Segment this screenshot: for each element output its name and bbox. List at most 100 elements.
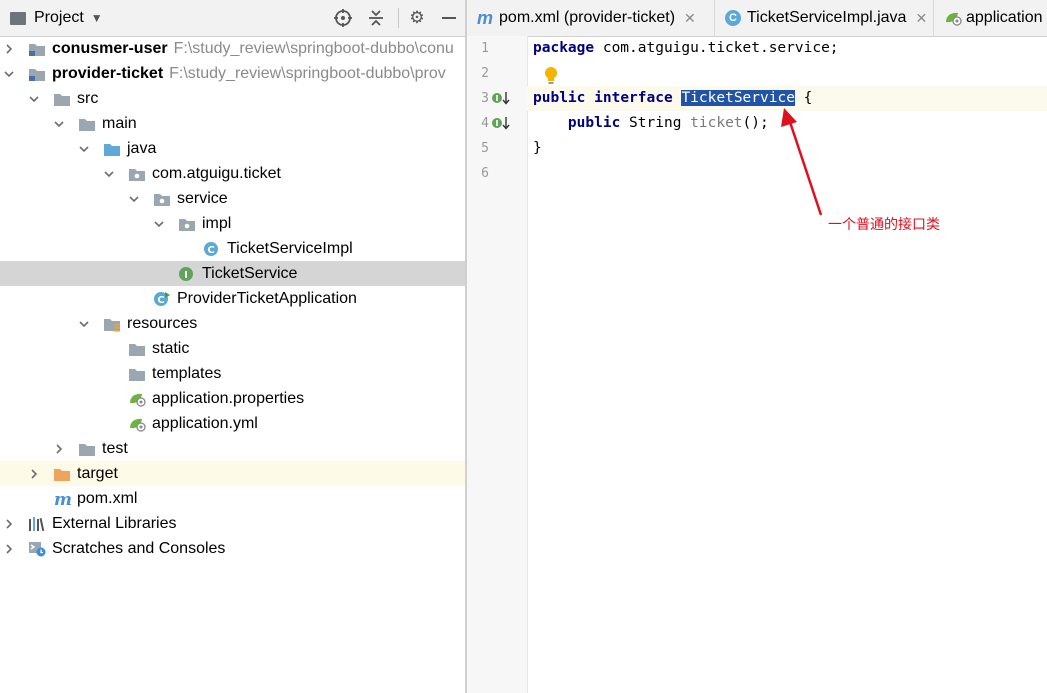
project-window-icon [10, 11, 26, 25]
tab-application[interactable]: application [934, 0, 1047, 36]
chevron-down-icon[interactable] [78, 143, 90, 155]
project-view-selector[interactable]: Project ▼ [10, 9, 103, 27]
tree-row[interactable]: test [0, 436, 465, 461]
folder-icon [78, 116, 96, 132]
tree-row[interactable]: I TicketService [0, 261, 465, 286]
folder-icon [128, 366, 146, 382]
tree-row[interactable]: provider-ticket F:\study_review\springboo… [0, 61, 465, 86]
chevron-right-icon[interactable] [3, 43, 15, 55]
chevron-down-icon[interactable] [78, 318, 90, 330]
svg-text:C: C [207, 245, 214, 256]
tab-label: pom.xml (provider-ticket) [499, 9, 676, 26]
tab-ticketserviceimpl[interactable]: C TicketServiceImpl.java ✕ [715, 0, 934, 36]
locate-file-icon[interactable] [333, 8, 353, 28]
maven-icon: m [477, 7, 494, 28]
chevron-down-icon[interactable] [28, 93, 40, 105]
code-text: com.atguigu.ticket.service; [594, 40, 839, 56]
tab-pom-xml[interactable]: m pom.xml (provider-ticket) ✕ [467, 0, 715, 36]
tree-item-label: provider-ticket [52, 64, 164, 82]
maven-icon: m [53, 491, 71, 507]
tree-row[interactable]: src [0, 86, 465, 111]
package-icon [153, 191, 171, 207]
libraries-icon [28, 516, 46, 532]
tree-item-label: application.properties [152, 389, 305, 407]
tree-row[interactable]: static [0, 336, 465, 361]
collapse-all-icon[interactable] [366, 8, 386, 28]
chevron-down-icon[interactable] [128, 193, 140, 205]
code-text: } [533, 140, 542, 156]
implemented-marker-icon[interactable] [491, 90, 511, 106]
code-line-1: package com.atguigu.ticket.service; [527, 36, 1047, 61]
close-icon[interactable]: ✕ [684, 10, 696, 27]
close-icon[interactable]: ✕ [915, 10, 927, 27]
keyword: public [533, 90, 586, 106]
project-panel-title: Project [34, 9, 84, 26]
tab-label: TicketServiceImpl.java [747, 9, 907, 26]
hide-panel-icon[interactable] [439, 8, 459, 28]
tree-row[interactable]: resources [0, 311, 465, 336]
tree-item-label: templates [152, 364, 222, 382]
chevron-down-icon[interactable] [53, 118, 65, 130]
tree-row[interactable]: target [0, 461, 465, 486]
method-name: ticket [690, 115, 743, 131]
scratches-icon [28, 541, 46, 557]
tree-row[interactable]: templates [0, 361, 465, 386]
svg-text:m: m [54, 491, 71, 507]
tree-item-label: com.atguigu.ticket [152, 164, 281, 182]
tree-item-label: TicketServiceImpl [227, 239, 353, 257]
tree-row[interactable]: application.properties [0, 386, 465, 411]
chevron-right-icon[interactable] [28, 468, 40, 480]
line-number: 1 [481, 41, 489, 56]
tree-row[interactable]: C TicketServiceImpl [0, 236, 465, 261]
spring-config-icon [128, 416, 146, 432]
implemented-marker-icon[interactable] [491, 115, 511, 131]
tree-row[interactable]: java [0, 136, 465, 161]
tree-item-label: service [177, 189, 228, 207]
tree-item-label: Scratches and Consoles [52, 539, 226, 557]
annotation-arrow [781, 108, 823, 216]
tree-item-label: ProviderTicketApplication [177, 289, 357, 307]
chevron-right-icon[interactable] [3, 518, 15, 530]
chevron-down-icon[interactable]: ▼ [91, 11, 103, 25]
line-number: 3 [481, 91, 489, 106]
line-number: 5 [481, 141, 489, 156]
chevron-right-icon[interactable] [53, 443, 65, 455]
source-folder-icon [103, 141, 121, 157]
tree-row[interactable]: conusmer-user F:\study_review\springboot-… [0, 36, 465, 61]
tree-row[interactable]: External Libraries [0, 511, 465, 536]
editor-tab-bar: m pom.xml (provider-ticket) ✕ C TicketSe… [467, 0, 1047, 37]
tree-row[interactable]: application.yml [0, 411, 465, 436]
tree-row[interactable]: main [0, 111, 465, 136]
tree-item-label: target [77, 464, 118, 482]
chevron-right-icon[interactable] [3, 543, 15, 555]
module-folder-icon [28, 66, 46, 82]
chevron-down-icon[interactable] [153, 218, 165, 230]
gear-icon[interactable]: ⚙ [407, 8, 427, 28]
tree-row[interactable]: Scratches and Consoles [0, 536, 465, 561]
chevron-down-icon[interactable] [3, 68, 15, 80]
excluded-folder-icon [53, 466, 71, 482]
module-path: F:\study_review\springboot-dubbo\prov [169, 64, 446, 82]
tree-row[interactable]: C ProviderTicketApplication [0, 286, 465, 311]
svg-text:I: I [184, 270, 188, 281]
header-separator [398, 8, 399, 28]
lightbulb-icon[interactable] [543, 66, 559, 91]
editor-gutter: 1 2 3 4 5 6 [467, 36, 528, 693]
tree-row[interactable]: com.atguigu.ticket [0, 161, 465, 186]
tree-item-label: src [77, 89, 99, 107]
project-panel-header: Project ▼ ⚙ [0, 0, 465, 37]
tree-row[interactable]: impl [0, 211, 465, 236]
tree-row[interactable]: service [0, 186, 465, 211]
spring-config-icon [128, 391, 146, 407]
resources-folder-icon [103, 316, 121, 332]
tree-row[interactable]: m pom.xml [0, 486, 465, 511]
folder-icon [53, 91, 71, 107]
selected-identifier[interactable]: TicketService [681, 90, 795, 106]
chevron-down-icon[interactable] [103, 168, 115, 180]
code-text: { [794, 90, 813, 106]
